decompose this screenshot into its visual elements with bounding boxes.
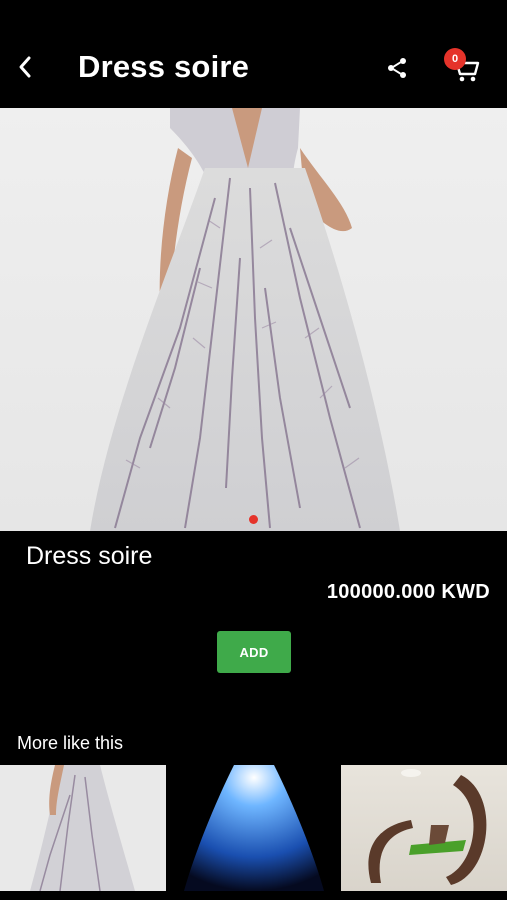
product-price: 100000.000 KWD bbox=[326, 581, 490, 603]
page-title: Dress soire bbox=[78, 49, 250, 84]
grey-dress-thumbnail bbox=[30, 765, 135, 891]
add-to-cart-button[interactable]: ADD bbox=[217, 631, 291, 673]
product-image[interactable] bbox=[0, 108, 507, 531]
top-bar: Dress soire 0 bbox=[0, 0, 507, 108]
blue-dress-thumbnail bbox=[184, 765, 324, 891]
more-like-this-heading: More like this bbox=[17, 733, 124, 753]
share-icon bbox=[388, 58, 406, 78]
related-products-list bbox=[0, 765, 507, 891]
product-name: Dress soire bbox=[26, 542, 153, 570]
dress-illustration bbox=[90, 108, 400, 531]
chevron-left-icon bbox=[19, 56, 31, 78]
related-product-dress-grey[interactable] bbox=[0, 765, 166, 891]
chair-thumbnail bbox=[368, 769, 487, 885]
back-button[interactable] bbox=[10, 50, 40, 84]
related-product-chair[interactable] bbox=[341, 765, 507, 891]
share-button[interactable] bbox=[383, 54, 411, 82]
image-pager-dot bbox=[249, 515, 258, 524]
related-product-dress-blue[interactable] bbox=[174, 765, 333, 891]
cart-count-badge: 0 bbox=[444, 48, 466, 70]
